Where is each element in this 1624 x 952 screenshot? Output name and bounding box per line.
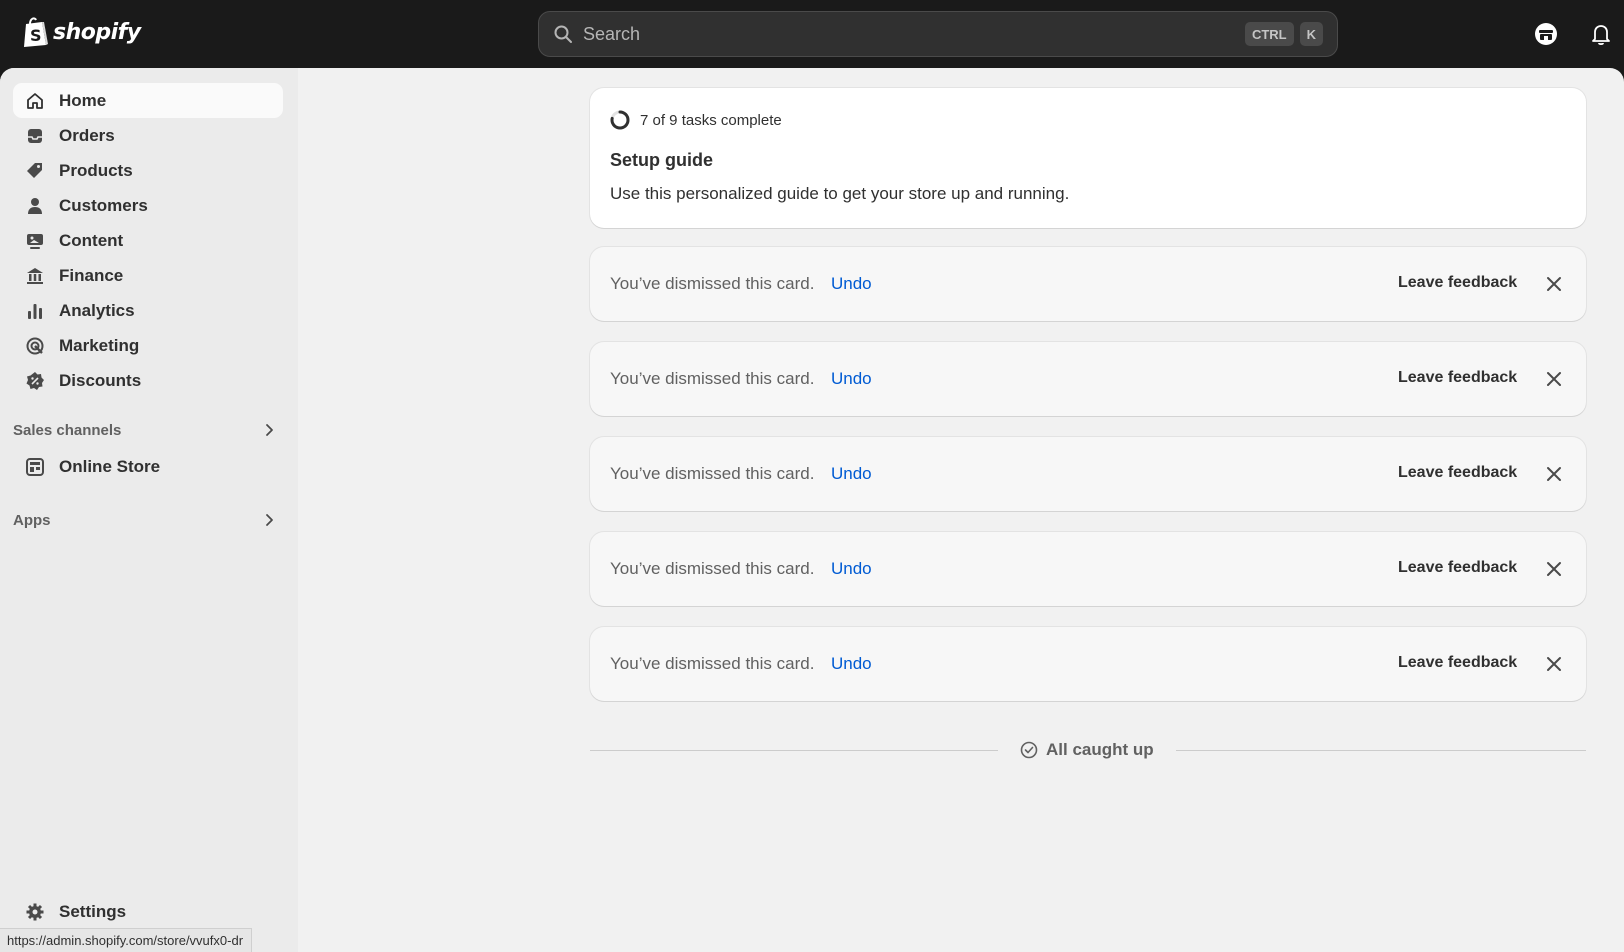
setup-guide-title: Setup guide (610, 150, 713, 170)
dismissed-card: You’ve dismissed this card. Undo Leave f… (590, 342, 1586, 416)
gear-icon (26, 903, 44, 920)
tag-icon (27, 162, 42, 178)
progress-ring-icon (610, 110, 630, 130)
sidebar: Home Orders Products Customers Content F… (0, 68, 298, 952)
shopify-bag-icon: S (24, 17, 48, 47)
sales-channels-label: Sales channels (13, 421, 122, 439)
sidebar-item-label: Orders (59, 125, 115, 145)
sidebar-item-label: Online Store (59, 456, 161, 476)
apps-header[interactable]: Apps (13, 505, 283, 535)
sidebar-item-label: Analytics (59, 300, 135, 320)
sidebar-item-settings[interactable]: Settings (13, 894, 283, 929)
target-icon (26, 337, 44, 354)
sidebar-item-label: Products (59, 160, 133, 180)
home-icon (27, 92, 43, 109)
app-shell: Home Orders Products Customers Content F… (0, 68, 1624, 952)
close-icon[interactable] (1544, 559, 1564, 579)
shortcut-key-ctrl: CTRL (1244, 22, 1294, 46)
undo-link[interactable]: Undo (831, 369, 872, 389)
person-icon (28, 197, 42, 214)
sidebar-item-label: Content (59, 230, 124, 250)
check-circle-icon (1020, 741, 1038, 759)
sidebar-item-customers[interactable]: Customers (13, 188, 283, 223)
undo-link[interactable]: Undo (831, 654, 872, 674)
close-icon[interactable] (1544, 369, 1564, 389)
undo-link[interactable]: Undo (831, 464, 872, 484)
bank-icon (27, 267, 43, 284)
store-icon[interactable] (1533, 21, 1559, 47)
leave-feedback-button[interactable]: Leave feedback (1398, 464, 1517, 482)
storefront-icon (26, 457, 44, 476)
close-icon[interactable] (1544, 654, 1564, 674)
discount-icon (26, 371, 44, 390)
sidebar-item-marketing[interactable]: Marketing (13, 328, 283, 363)
sidebar-item-label: Customers (59, 195, 148, 215)
dismissed-message: You’ve dismissed this card. (610, 464, 815, 483)
sidebar-item-label: Marketing (59, 335, 140, 355)
dismissed-card: You’ve dismissed this card. Undo Leave f… (590, 627, 1586, 701)
shortcut-key-k: K (1299, 22, 1323, 46)
leave-feedback-button[interactable]: Leave feedback (1398, 369, 1517, 387)
leave-feedback-button[interactable]: Leave feedback (1398, 274, 1517, 292)
sidebar-item-label: Discounts (59, 370, 142, 390)
undo-link[interactable]: Undo (831, 559, 872, 579)
dismissed-message: You’ve dismissed this card. (610, 654, 815, 673)
sidebar-item-online-store[interactable]: Online Store (13, 449, 283, 484)
image-icon (27, 233, 43, 249)
leave-feedback-button[interactable]: Leave feedback (1398, 654, 1517, 672)
setup-guide-card[interactable]: 7 of 9 tasks complete Setup guide Use th… (590, 88, 1586, 228)
dismissed-message: You’ve dismissed this card. (610, 559, 815, 578)
svg-text:S: S (30, 26, 42, 45)
dismissed-card: You’ve dismissed this card. Undo Leave f… (590, 532, 1586, 606)
sidebar-item-orders[interactable]: Orders (13, 118, 283, 153)
sidebar-item-content[interactable]: Content (13, 223, 283, 258)
sidebar-item-products[interactable]: Products (13, 153, 283, 188)
bell-icon[interactable] (1588, 21, 1614, 47)
setup-progress: 7 of 9 tasks complete (610, 110, 782, 130)
sidebar-item-home[interactable]: Home (13, 83, 283, 118)
search-icon (554, 25, 572, 43)
sidebar-item-label: Finance (59, 265, 124, 285)
undo-link[interactable]: Undo (831, 274, 872, 294)
sales-channels-header[interactable]: Sales channels (13, 415, 283, 445)
apps-label: Apps (13, 511, 51, 529)
inbox-icon (28, 128, 42, 143)
brand-name: shopify (53, 19, 141, 45)
leave-feedback-button[interactable]: Leave feedback (1398, 559, 1517, 577)
progress-text: 7 of 9 tasks complete (640, 111, 782, 129)
sidebar-item-analytics[interactable]: Analytics (13, 293, 283, 328)
dismissed-card: You’ve dismissed this card. Undo Leave f… (590, 247, 1586, 321)
setup-guide-description: Use this personalized guide to get your … (610, 184, 1070, 203)
caught-up-text: All caught up (1046, 740, 1154, 759)
top-bar: S shopify CTRL K (0, 0, 1624, 68)
dismissed-card: You’ve dismissed this card. Undo Leave f… (590, 437, 1586, 511)
dismissed-message: You’ve dismissed this card. (610, 369, 815, 388)
close-icon[interactable] (1544, 274, 1564, 294)
bar-chart-icon (28, 303, 42, 319)
shopify-logo[interactable]: S shopify (22, 16, 141, 48)
divider (590, 750, 998, 751)
dismissed-message: You’ve dismissed this card. (610, 274, 815, 293)
sidebar-item-label: Settings (59, 901, 127, 921)
search-bar[interactable]: CTRL K (538, 11, 1338, 57)
main-content: 7 of 9 tasks complete Setup guide Use th… (298, 68, 1624, 952)
sidebar-item-finance[interactable]: Finance (13, 258, 283, 293)
close-icon[interactable] (1544, 464, 1564, 484)
all-caught-up: All caught up (590, 735, 1586, 765)
chevron-right-icon (266, 424, 273, 436)
status-bar-url: https://admin.shopify.com/store/vvufx0-d… (0, 928, 253, 952)
search-input[interactable] (583, 23, 1239, 45)
sidebar-item-label: Home (59, 90, 107, 110)
divider (1176, 750, 1586, 751)
chevron-right-icon (266, 514, 273, 526)
sidebar-item-discounts[interactable]: Discounts (13, 363, 283, 398)
